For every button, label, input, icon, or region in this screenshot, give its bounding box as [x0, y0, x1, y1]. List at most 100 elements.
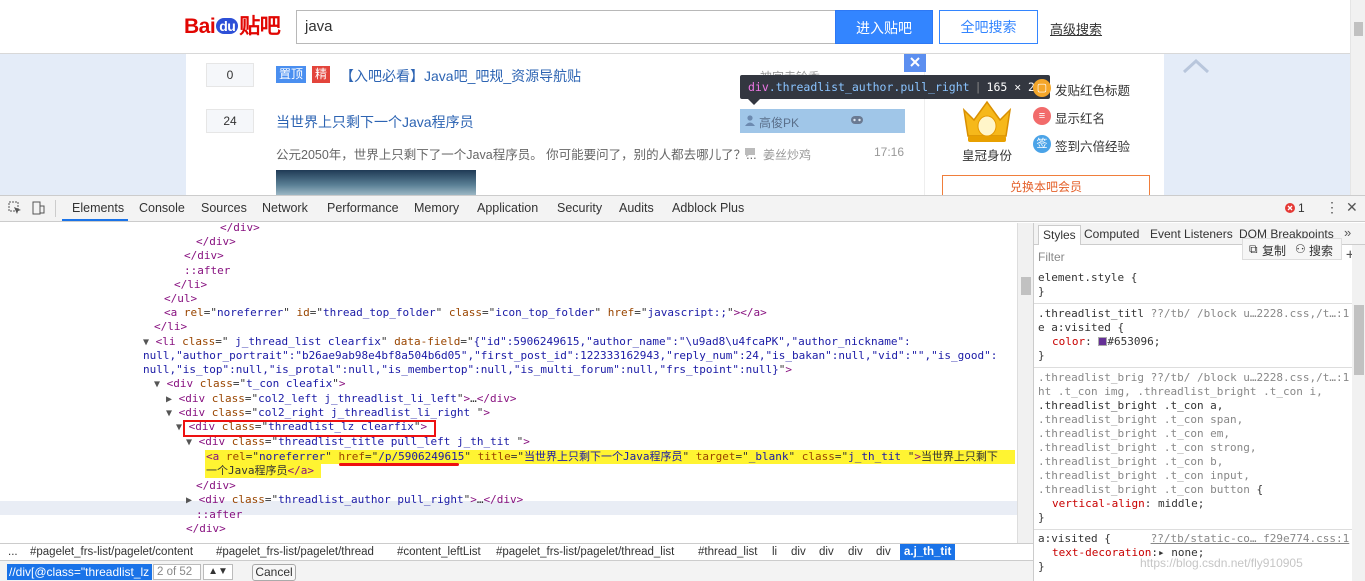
tab-adblock-plus[interactable]: Adblock Plus [672, 201, 744, 215]
error-count[interactable]: 1 [1298, 201, 1305, 215]
breadcrumb-item[interactable]: li [772, 546, 777, 558]
baidu-tieba-logo[interactable]: Bai du 贴吧 [184, 10, 281, 40]
breadcrumb-item[interactable]: #content_leftList [397, 546, 481, 558]
thread-author[interactable]: 高俊PK [759, 114, 799, 131]
tab-event-listeners[interactable]: Event Listeners [1150, 227, 1233, 241]
style-rule[interactable]: ht .t_con img, .threadlist_bright .t_con… [1038, 385, 1323, 399]
tab-audits[interactable]: Audits [619, 201, 654, 215]
code-line[interactable]: </div> [220, 223, 260, 235]
find-prev-next[interactable]: ▲▼ [203, 564, 233, 580]
tab-sources[interactable]: Sources [201, 201, 247, 215]
elements-tree[interactable]: </div> </div> </div> ::after </li> </ul>… [0, 223, 1017, 543]
code-line[interactable]: null,"author_portrait":"b26ae9ab98e4bf8a… [143, 349, 997, 363]
style-rule[interactable]: .threadlist_bright .t_con a, [1038, 399, 1223, 413]
style-rule[interactable]: .threadlist_bright .t_con button { [1038, 483, 1263, 497]
search-button[interactable]: 搜索 [1309, 242, 1333, 259]
code-line[interactable]: </li> [174, 278, 207, 292]
code-line[interactable]: ▼ <div class="t_con cleafix"> [154, 377, 346, 392]
breadcrumb-item[interactable]: div [876, 546, 891, 558]
style-rule[interactable]: .threadlist_bright .t_con span, [1038, 413, 1243, 427]
copy-button[interactable]: 复制 [1262, 242, 1286, 259]
breadcrumb-item-active[interactable]: a.j_th_tit [900, 544, 956, 560]
find-input[interactable]: //div[@class="threadlist_lz [7, 564, 152, 580]
code-line[interactable]: </div> [184, 249, 224, 263]
chevron-down-icon[interactable]: ▼ [218, 566, 228, 577]
style-rule[interactable]: } [1038, 560, 1045, 574]
device-toolbar-icon[interactable] [31, 201, 45, 215]
code-line[interactable]: </ul> [164, 292, 197, 306]
style-rule[interactable]: .threadlist_bright .t_con input, [1038, 469, 1250, 483]
style-rule[interactable]: .threadlist_bright .t_con em, [1038, 427, 1230, 441]
code-line[interactable]: ▼ <div class="col2_right j_threadlist_li… [166, 406, 490, 421]
tab-application[interactable]: Application [477, 201, 538, 215]
breadcrumb-item[interactable]: div [819, 546, 834, 558]
enter-tieba-button[interactable]: 进入贴吧 [835, 10, 933, 44]
error-icon[interactable] [1285, 203, 1295, 213]
style-rule[interactable]: .threadlist_titl ??/tb/ /block u…2228.cs… [1038, 307, 1349, 321]
breadcrumb-item[interactable]: div [791, 546, 806, 558]
search-icon[interactable]: ⚇ [1295, 242, 1306, 256]
code-line[interactable]: null,"is_top":null,"is_protal":null,"is_… [143, 363, 792, 377]
tab-styles[interactable]: Styles [1038, 225, 1081, 245]
style-rule[interactable]: .threadlist_bright .t_con strong, [1038, 441, 1257, 455]
back-to-top-icon[interactable] [1178, 56, 1214, 78]
style-rule[interactable]: a:visited { ??/tb/static-co… f29e774.css… [1038, 532, 1349, 546]
code-line[interactable]: </div> [196, 235, 236, 249]
advanced-search-link[interactable]: 高级搜索 [1050, 19, 1102, 38]
code-line[interactable]: ▶ <div class="threadlist_author pull_rig… [186, 493, 523, 508]
more-options-icon[interactable]: ⋮ [1325, 199, 1339, 216]
code-line[interactable]: </li> [154, 320, 187, 334]
close-devtools-icon[interactable]: ✕ [1346, 199, 1358, 216]
page-scrollbar[interactable] [1350, 0, 1365, 195]
thread-thumbnail[interactable] [276, 170, 476, 195]
tab-network[interactable]: Network [262, 201, 308, 215]
style-declaration[interactable]: vertical-align: middle; [1052, 497, 1204, 511]
tab-computed[interactable]: Computed [1084, 227, 1139, 241]
close-x-icon[interactable] [904, 54, 926, 72]
breadcrumb-item[interactable]: #pagelet_frs-list/pagelet/thread_list [496, 546, 674, 558]
search-all-button[interactable]: 全吧搜索 [939, 10, 1038, 44]
code-line[interactable]: <a rel="noreferrer" id="thread_top_folde… [164, 306, 767, 320]
renew-membership-button[interactable]: 兑换本吧会员 [942, 175, 1150, 195]
more-tabs-icon[interactable]: » [1344, 225, 1351, 240]
copy-icon[interactable]: ⧉ [1249, 242, 1258, 257]
cancel-button[interactable]: Cancel [252, 564, 296, 581]
style-rule[interactable]: } [1038, 511, 1045, 525]
elements-scrollbar[interactable] [1017, 223, 1033, 543]
style-rule[interactable]: } [1038, 349, 1045, 363]
styles-scrollbar[interactable] [1352, 245, 1365, 581]
style-rule[interactable]: .threadlist_bright .t_con b, [1038, 455, 1223, 469]
code-line[interactable]: ::after [196, 508, 242, 522]
code-line[interactable]: ▶ <div class="col2_left j_threadlist_li_… [166, 392, 516, 407]
tab-memory[interactable]: Memory [414, 201, 459, 215]
style-rule[interactable]: e a:visited { [1038, 321, 1124, 335]
code-line[interactable]: ▼ <div class="threadlist_title pull_left… [186, 435, 530, 450]
tab-elements[interactable]: Elements [72, 201, 124, 215]
breadcrumb-item[interactable]: ... [8, 546, 18, 558]
code-line[interactable]: <a rel="noreferrer" href="/p/5906249615"… [206, 450, 998, 464]
code-line[interactable]: </div> [186, 522, 226, 536]
style-rule[interactable]: element.style { [1038, 271, 1137, 285]
code-line[interactable]: ▼ <li class=" j_thread_list clearfix" da… [143, 335, 911, 350]
breadcrumb-item[interactable]: #thread_list [698, 546, 757, 558]
bookmark-icon: ▢ [1033, 79, 1051, 97]
code-line[interactable]: </div> [196, 479, 236, 493]
style-rule[interactable]: } [1038, 285, 1045, 299]
code-line[interactable]: 一个Java程序员</a> [206, 464, 314, 478]
thread-title[interactable]: 【入吧必看】Java吧_吧规_资源导航贴 [340, 66, 581, 86]
breadcrumb-item[interactable]: #pagelet_frs-list/pagelet/content [30, 546, 193, 558]
breadcrumb-item[interactable]: div [848, 546, 863, 558]
last-reply-author[interactable]: 姜丝炒鸡 [763, 146, 811, 163]
tab-console[interactable]: Console [139, 201, 185, 215]
tab-security[interactable]: Security [557, 201, 602, 215]
inspect-element-icon[interactable] [8, 201, 22, 215]
style-rule[interactable]: .threadlist_brig ??/tb/ /block u…2228.cs… [1038, 371, 1349, 385]
styles-filter-input[interactable]: Filter [1038, 250, 1065, 264]
search-input[interactable]: java [296, 10, 836, 44]
chevron-up-icon[interactable]: ▲ [208, 566, 218, 577]
tab-performance[interactable]: Performance [327, 201, 399, 215]
style-declaration[interactable]: color: #653096; [1052, 335, 1160, 349]
breadcrumb-item[interactable]: #pagelet_frs-list/pagelet/thread [216, 546, 374, 558]
thread-title[interactable]: 当世界上只剩下一个Java程序员 [276, 112, 474, 132]
code-line[interactable]: ::after [184, 264, 230, 278]
